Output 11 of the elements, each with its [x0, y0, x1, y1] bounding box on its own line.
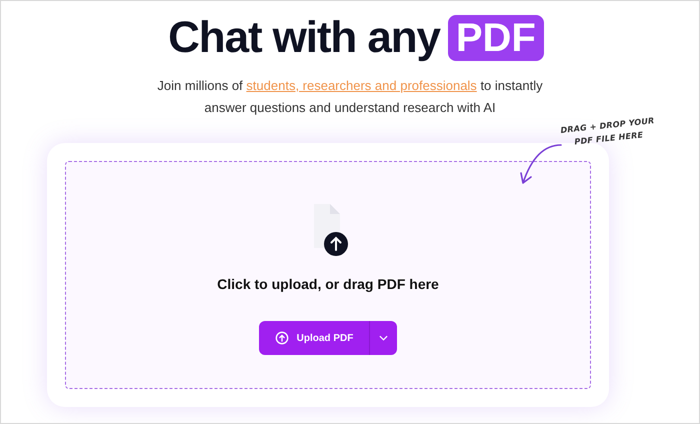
- subtitle: Join millions of students, researchers and professionals to instantly answer questions and understand research with AI: [156, 77, 544, 117]
- page-heading: Chat with any: [168, 16, 440, 60]
- upload-icon: [274, 331, 289, 345]
- upload-prompt: Click to upload, or drag PDF here: [217, 275, 439, 294]
- upload-pdf-button[interactable]: Upload PDF: [258, 321, 370, 355]
- drag-drop-hint: DRAG + DROP YOUR PDF FILE HERE: [560, 115, 656, 149]
- pdf-badge: PDF: [448, 15, 544, 61]
- drop-zone[interactable]: Click to upload, or drag PDF here Upload PDF: [65, 161, 591, 389]
- upload-options-button[interactable]: [369, 321, 398, 355]
- curved-arrow: [519, 143, 563, 187]
- chevron-down-icon: [379, 335, 388, 341]
